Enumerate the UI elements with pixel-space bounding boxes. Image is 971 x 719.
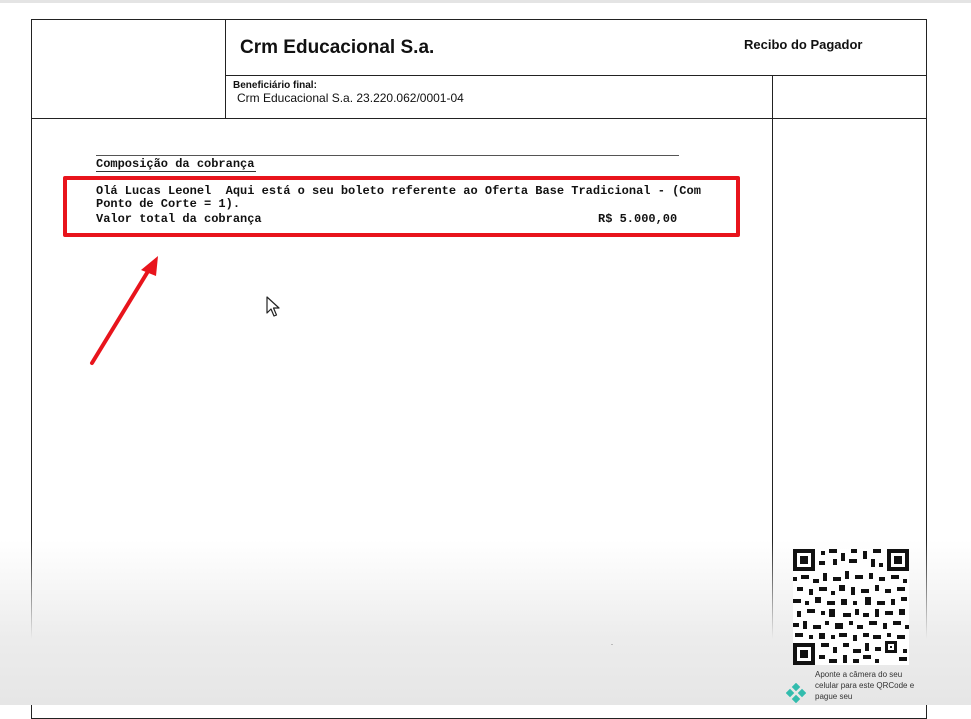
company-name: Crm Educacional S.a.	[240, 37, 435, 58]
beneficiary-value: Crm Educacional S.a. 23.220.062/0001-04	[237, 91, 464, 105]
top-strip	[0, 0, 971, 3]
header-divider-vertical	[225, 19, 226, 119]
scan-artifact	[611, 644, 613, 645]
header-bottom-rule	[31, 118, 927, 119]
annotation-arrow-icon	[90, 256, 158, 365]
qr-code[interactable]	[793, 549, 909, 665]
qr-instructions: Aponte a câmera do seu celular para este…	[815, 670, 915, 701]
composition-title: Composição da cobrança	[96, 157, 255, 171]
header-divider-horizontal	[225, 75, 927, 76]
composition-rule	[96, 155, 679, 156]
annotation-highlight-box	[63, 176, 740, 237]
mouse-cursor-icon	[266, 296, 280, 317]
composition-title-underline	[96, 171, 256, 172]
receipt-label: Recibo do Pagador	[744, 37, 863, 52]
beneficiary-label: Beneficiário final:	[233, 80, 317, 91]
pix-icon	[786, 683, 806, 703]
